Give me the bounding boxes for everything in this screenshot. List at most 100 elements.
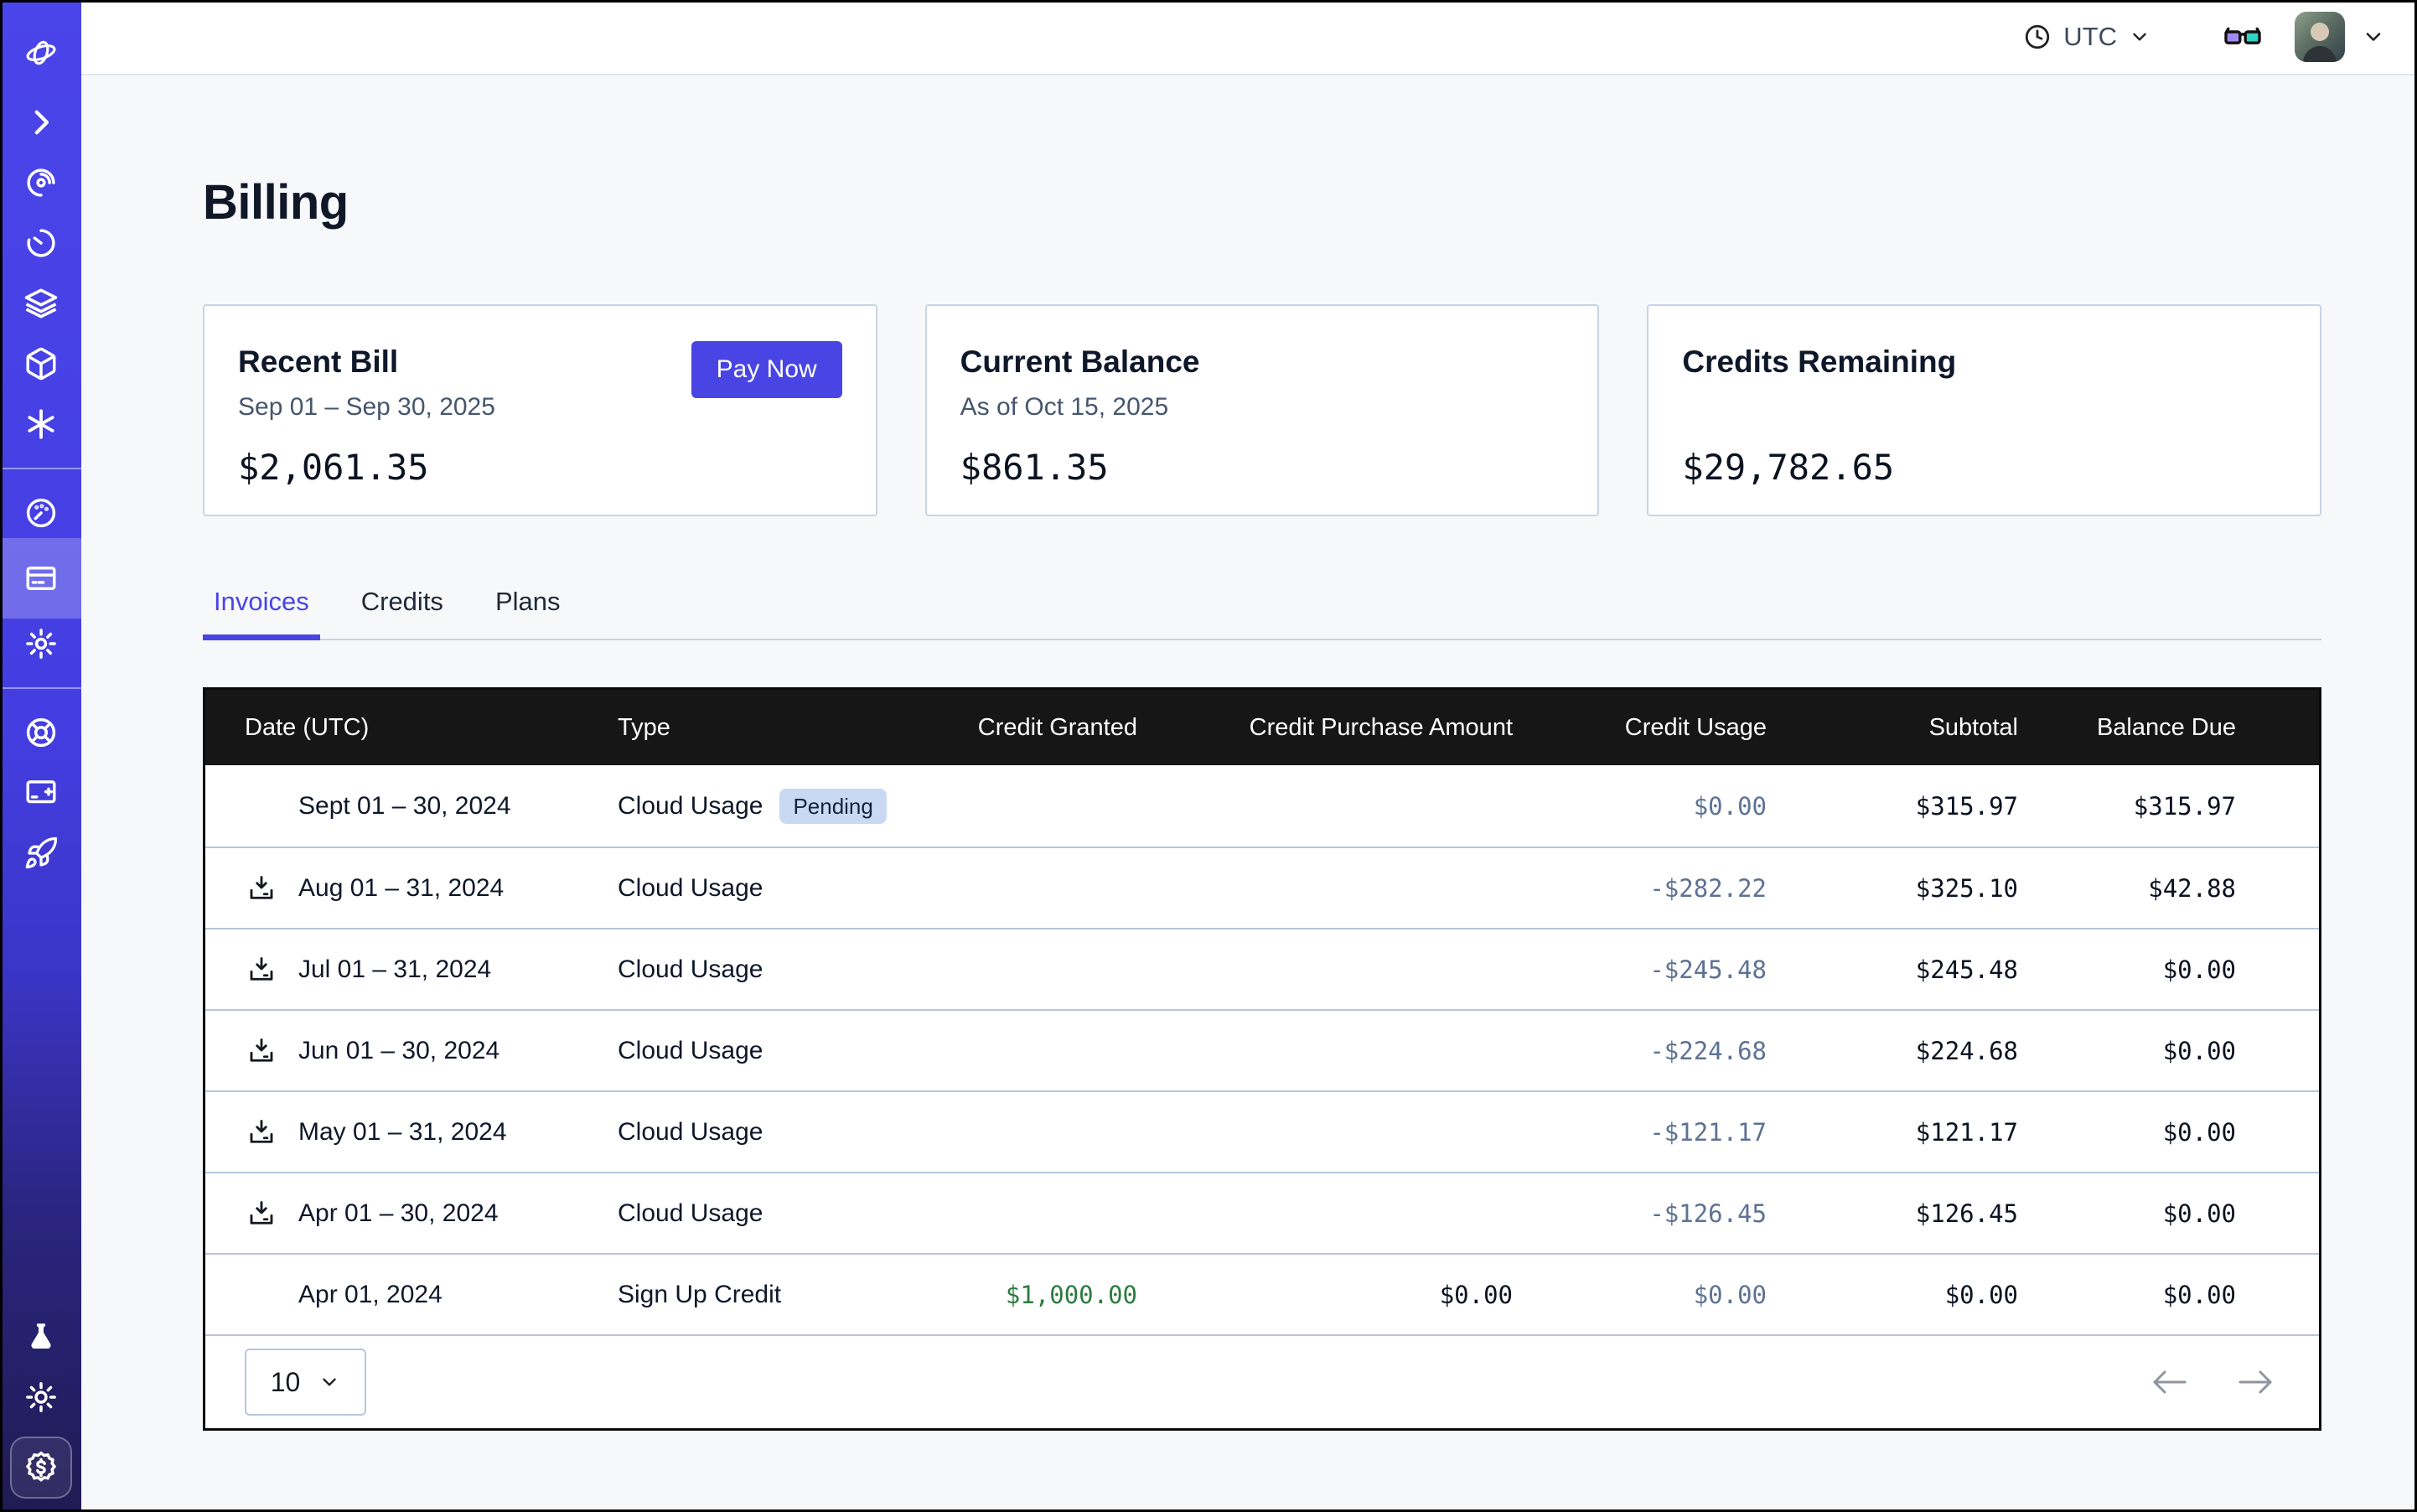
flask-icon [23, 1319, 59, 1354]
invoice-type-cell: Cloud UsagePending [618, 789, 928, 824]
sidebar-divider [0, 468, 81, 469]
download-icon [246, 1199, 277, 1229]
column-header-credit-granted: Credit Granted [928, 714, 1137, 742]
invoice-date: Sept 01 – 30, 2024 [298, 792, 511, 821]
avatar[interactable] [2295, 12, 2345, 62]
lifebuoy-icon [23, 715, 59, 750]
sidebar-item-spiral[interactable] [0, 164, 81, 201]
download-icon [246, 1036, 277, 1066]
reader-mode-button[interactable] [2223, 20, 2263, 54]
download-invoice-button[interactable] [245, 953, 278, 986]
invoice-type: Cloud Usage [618, 792, 763, 821]
sidebar-item-whats-new[interactable] [0, 835, 81, 872]
invoice-date-cell: May 01 – 31, 2024 [205, 1116, 618, 1149]
download-icon [246, 873, 277, 904]
gauge-icon [23, 495, 59, 531]
invoice-type-cell: Cloud Usage [618, 1118, 928, 1147]
timezone-label: UTC [2063, 22, 2117, 52]
table-row: Apr 01, 2024Sign Up Credit$1,000.00$0.00… [205, 1253, 2319, 1334]
sidebar-item-asterisk[interactable] [0, 406, 81, 443]
invoice-credit-granted: $1,000.00 [928, 1281, 1137, 1309]
sidebar-item-usage[interactable] [0, 495, 81, 531]
credits-remaining-amount: $29,782.65 [1682, 447, 2286, 488]
sidebar-item-logo[interactable] [0, 34, 81, 71]
invoice-type-cell: Sign Up Credit [618, 1281, 928, 1309]
invoice-type: Cloud Usage [618, 955, 763, 984]
clock-icon [2023, 23, 2052, 51]
sidebar-item-credits[interactable] [10, 1437, 72, 1499]
current-balance-amount: $861.35 [960, 447, 1565, 488]
table-row: Sept 01 – 30, 2024 Cloud UsagePending $0.0… [205, 765, 2319, 847]
gear-icon [23, 626, 59, 661]
timezone-selector[interactable]: UTC [2023, 22, 2150, 52]
invoice-type-cell: Cloud Usage [618, 874, 928, 903]
page-size-select[interactable]: 10 [245, 1349, 366, 1416]
invoice-balance-due: $42.88 [2018, 874, 2236, 903]
sidebar-item-billing[interactable] [0, 538, 81, 619]
sidebar-item-support[interactable] [0, 714, 81, 751]
invoice-date: May 01 – 31, 2024 [298, 1118, 507, 1147]
sidebar-item-box[interactable] [0, 345, 81, 382]
page-size-value: 10 [271, 1367, 301, 1398]
sidebar-item-new-window[interactable] [0, 774, 81, 811]
asterisk-icon [23, 406, 59, 442]
pay-now-button[interactable]: Pay Now [691, 341, 842, 398]
previous-page-button[interactable] [2150, 1369, 2188, 1395]
sidebar-item-expand[interactable] [0, 104, 81, 141]
invoice-date: Aug 01 – 31, 2024 [298, 874, 504, 903]
rocket-icon [23, 836, 59, 871]
invoice-credit-usage: -$282.22 [1513, 874, 1767, 903]
invoice-type: Cloud Usage [618, 874, 763, 903]
tab-invoices[interactable]: Invoices [203, 587, 320, 639]
tab-plans[interactable]: Plans [484, 587, 572, 639]
invoice-type-cell: Cloud Usage [618, 1199, 928, 1228]
next-page-button[interactable] [2237, 1369, 2275, 1395]
sidebar-item-theme[interactable] [0, 1379, 81, 1416]
arrow-right-icon [2237, 1369, 2275, 1395]
sidebar-item-labs[interactable] [0, 1318, 81, 1355]
invoice-subtotal: $224.68 [1767, 1037, 2018, 1065]
invoice-credit-usage: -$121.17 [1513, 1118, 1767, 1147]
download-invoice-button[interactable] [245, 1116, 278, 1149]
invoice-balance-due: $0.00 [2018, 1281, 2236, 1309]
invoices-table: Date (UTC) Type Credit Granted Credit Pu… [203, 687, 2321, 1431]
invoice-date: Jul 01 – 31, 2024 [298, 955, 491, 984]
balance-as-of: As of Oct 15, 2025 [960, 393, 1565, 423]
invoice-subtotal: $121.17 [1767, 1118, 2018, 1147]
arrow-left-icon [2150, 1369, 2188, 1395]
recent-bill-amount: $2,061.35 [238, 447, 842, 488]
table-row: Jun 01 – 30, 2024Cloud Usage-$224.68$224… [205, 1009, 2319, 1090]
avatar-silhouette [2295, 12, 2345, 62]
account-menu-button[interactable] [2362, 25, 2385, 49]
chevron-down-icon [318, 1371, 340, 1393]
card-title: Current Balance [960, 344, 1565, 380]
invoice-credit-purchase: $0.00 [1137, 1281, 1513, 1309]
sidebar-item-timer[interactable] [0, 225, 81, 261]
invoice-type: Cloud Usage [618, 1037, 763, 1065]
invoice-credit-usage: $0.00 [1513, 792, 1767, 821]
card-subtitle-empty [1682, 393, 2286, 423]
download-invoice-button[interactable] [245, 872, 278, 905]
box-icon [23, 346, 59, 381]
current-balance-card: Current Balance As of Oct 15, 2025 $861.… [925, 304, 1600, 516]
tab-credits[interactable]: Credits [350, 587, 454, 639]
download-invoice-button[interactable] [245, 1034, 278, 1068]
sidebar-item-layers[interactable] [0, 285, 81, 322]
column-header-credit-usage: Credit Usage [1513, 714, 1767, 742]
page-title: Billing [203, 174, 2321, 230]
invoice-type: Sign Up Credit [618, 1281, 781, 1309]
download-invoice-button[interactable] [245, 1197, 278, 1230]
chevron-down-icon [2129, 26, 2150, 48]
chevron-down-icon [2362, 25, 2385, 49]
column-header-type: Type [618, 714, 928, 742]
main-content: Billing Recent Bill Sep 01 – Sep 30, 202… [81, 75, 2417, 1512]
invoice-balance-due: $0.00 [2018, 1037, 2236, 1065]
invoice-date-cell: Jul 01 – 31, 2024 [205, 953, 618, 986]
sidebar [0, 0, 81, 1512]
invoice-date-cell: Apr 01 – 30, 2024 [205, 1197, 618, 1230]
column-header-subtotal: Subtotal [1767, 714, 2018, 742]
sidebar-item-settings[interactable] [0, 625, 81, 662]
invoice-type-cell: Cloud Usage [618, 1037, 928, 1065]
invoice-subtotal: $325.10 [1767, 874, 2018, 903]
invoice-balance-due: $315.97 [2018, 792, 2236, 821]
